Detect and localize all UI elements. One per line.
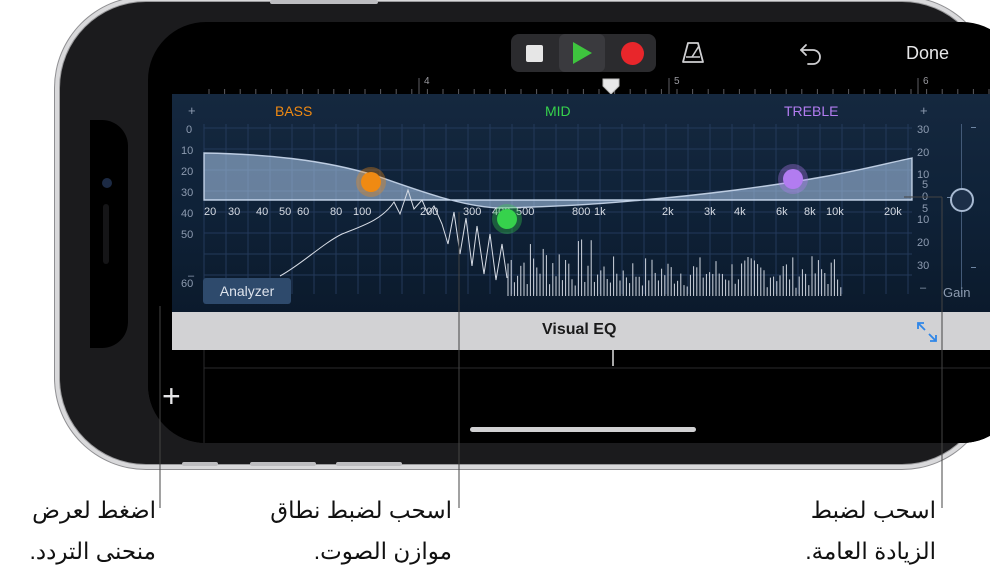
treble-band-handle[interactable] [778, 164, 808, 194]
mid-band-handle[interactable] [492, 204, 522, 234]
ruler-mark-6: 6 [923, 76, 929, 87]
done-button[interactable]: Done [906, 43, 949, 64]
db-left-label: 0 [186, 124, 193, 136]
ruler-mark-5: 5 [674, 76, 680, 87]
stop-icon [525, 44, 543, 62]
volume-button-3 [336, 462, 402, 466]
phone-frame: Done 4 5 6 BASS MID TREBLE + + 0 10 20 3… [60, 2, 990, 464]
eq-graph [203, 124, 913, 296]
record-icon [620, 41, 644, 65]
play-button[interactable] [559, 34, 605, 72]
plus-left: + [188, 103, 196, 118]
visual-eq-panel: BASS MID TREBLE + + 0 10 20 30 40 50 60 – 30 20… [172, 94, 990, 314]
frequency-label: 8k [804, 206, 816, 218]
db-right-label: 0 [922, 191, 929, 203]
gain-label: Gain [943, 285, 971, 300]
db-left-label: 30 [181, 187, 194, 199]
frequency-label: 60 [297, 206, 310, 218]
record-button[interactable] [609, 34, 655, 72]
stop-button[interactable] [511, 34, 557, 72]
gain-slider[interactable] [947, 124, 977, 294]
volume-button-2 [250, 462, 316, 466]
visual-eq-bar: Visual EQ [172, 312, 990, 350]
play-icon [573, 42, 592, 64]
frequency-label: 800 [572, 206, 591, 218]
callout-band: اسحب لضبط نطاق موازن الصوت. [270, 497, 452, 564]
frequency-label: 4k [734, 206, 746, 218]
undo-icon [800, 44, 821, 65]
front-camera [102, 178, 112, 188]
db-right-label: 30 [917, 124, 930, 136]
db-right-label: 10 [917, 214, 930, 226]
band-label-treble: TREBLE [784, 103, 839, 119]
db-right-label: 30 [917, 260, 930, 272]
expand-icon [917, 322, 937, 342]
frequency-label: 3k [704, 206, 716, 218]
analyzer-button[interactable]: Analyzer [203, 278, 291, 304]
db-right-label: 5 [922, 179, 929, 191]
bass-band-handle[interactable] [356, 167, 386, 197]
frequency-label: 200 [420, 206, 439, 218]
speaker-grille [103, 204, 109, 264]
add-track-button[interactable]: + [162, 378, 181, 415]
frequency-label: 80 [330, 206, 343, 218]
frequency-label: 6k [776, 206, 788, 218]
frequency-label: 100 [353, 206, 372, 218]
plus-right: + [920, 103, 928, 118]
callout-gain: اسحب لضبط الزيادة العامة. [805, 497, 936, 564]
frequency-label: 2k [662, 206, 674, 218]
db-left-label: 50 [181, 229, 194, 241]
frequency-label: 10k [826, 206, 844, 218]
frequency-label: 20 [204, 206, 217, 218]
tracks-area: + [148, 350, 990, 443]
db-left-label: 10 [181, 145, 194, 157]
callout-analyzer: اضغط لعرض منحنى التردد. [29, 497, 156, 564]
db-left-label: 40 [181, 208, 194, 220]
expand-button[interactable] [914, 319, 940, 345]
frequency-label: 50 [279, 206, 292, 218]
metronome-button[interactable] [680, 40, 706, 66]
minus-left: – [188, 270, 195, 282]
db-right-label: 20 [917, 237, 930, 249]
db-left-label: 20 [181, 166, 194, 178]
side-button-top [270, 0, 378, 4]
undo-button[interactable] [798, 40, 824, 66]
band-label-bass: BASS [275, 103, 313, 119]
screen: Done 4 5 6 BASS MID TREBLE + + 0 10 20 3… [148, 22, 990, 443]
db-right-label: 20 [917, 147, 930, 159]
metronome-icon [682, 42, 704, 63]
frequency-label: 300 [463, 206, 482, 218]
visual-eq-title: Visual EQ [542, 321, 617, 338]
transport-controls [511, 34, 656, 72]
volume-button-1 [182, 462, 218, 466]
frequency-label: 20k [884, 206, 902, 218]
band-label-mid: MID [545, 103, 571, 119]
frequency-label: 40 [256, 206, 269, 218]
gain-slider-knob[interactable] [950, 188, 974, 212]
device-notch [90, 120, 128, 348]
ruler-mark-4: 4 [424, 76, 430, 87]
frequency-label: 30 [228, 206, 241, 218]
frequency-label: 1k [594, 206, 606, 218]
minus-right: – [920, 282, 927, 294]
